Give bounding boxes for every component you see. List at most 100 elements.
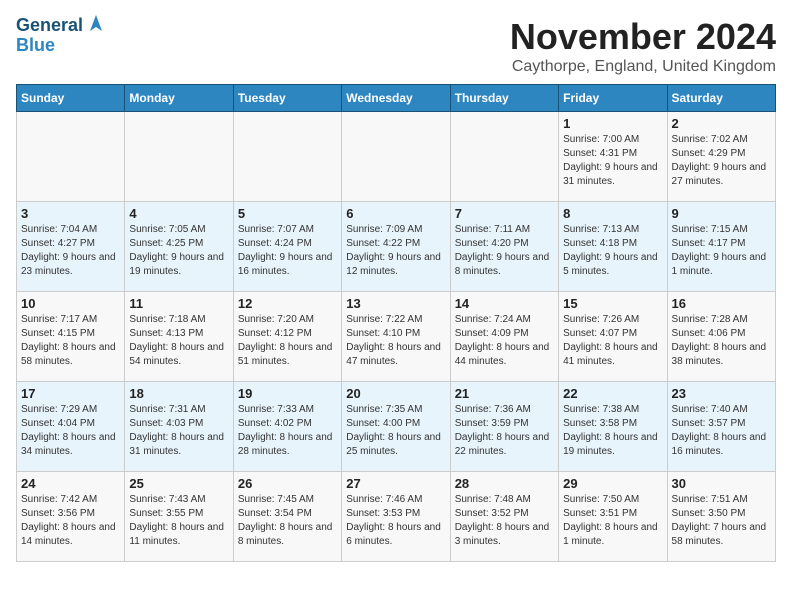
calendar-week-1: 1Sunrise: 7:00 AM Sunset: 4:31 PM Daylig… <box>17 112 776 202</box>
day-info: Sunrise: 7:50 AM Sunset: 3:51 PM Dayligh… <box>563 493 662 549</box>
calendar-week-2: 3 Sunrise: 7:04 AM Sunset: 4:27 PM Daylig… <box>17 202 776 292</box>
day-info: Sunrise: 7:51 AM Sunset: 3:50 PM Dayligh… <box>672 493 771 549</box>
logo-text: General <box>16 16 83 36</box>
day-number: 11 <box>129 296 228 311</box>
logo: General Blue <box>16 16 107 56</box>
calendar-cell <box>17 112 125 202</box>
calendar-cell: 25 Sunrise: 7:43 AM Sunset: 3:55 PM Dayli… <box>125 472 233 562</box>
calendar-cell <box>233 112 341 202</box>
calendar-week-5: 24 Sunrise: 7:42 AM Sunset: 3:56 PM Dayli… <box>17 472 776 562</box>
day-info: Sunrise: 7:00 AM Sunset: 4:31 PM Dayligh… <box>563 133 662 189</box>
calendar-cell: 5 Sunrise: 7:07 AM Sunset: 4:24 PM Daylig… <box>233 202 341 292</box>
calendar-cell: 24 Sunrise: 7:42 AM Sunset: 3:56 PM Dayli… <box>17 472 125 562</box>
day-number: 6 <box>346 206 445 221</box>
day-number: 7 <box>455 206 554 221</box>
day-number: 12 <box>238 296 337 311</box>
weekday-header-sunday: Sunday <box>17 85 125 112</box>
day-info: Sunrise: 7:43 AM Sunset: 3:55 PM Dayligh… <box>129 493 228 549</box>
title-section: November 2024 Caythorpe, England, United… <box>510 16 776 76</box>
calendar-week-3: 10 Sunrise: 7:17 AM Sunset: 4:15 PM Dayli… <box>17 292 776 382</box>
calendar-cell: 15 Sunrise: 7:26 AM Sunset: 4:07 PM Dayli… <box>559 292 667 382</box>
day-number: 30 <box>672 476 771 491</box>
weekday-header-monday: Monday <box>125 85 233 112</box>
calendar-body: 1Sunrise: 7:00 AM Sunset: 4:31 PM Daylig… <box>17 112 776 562</box>
calendar-cell: 3 Sunrise: 7:04 AM Sunset: 4:27 PM Daylig… <box>17 202 125 292</box>
calendar-cell: 7 Sunrise: 7:11 AM Sunset: 4:20 PM Daylig… <box>450 202 558 292</box>
day-number: 15 <box>563 296 662 311</box>
page-header: General Blue November 2024 Caythorpe, En… <box>16 16 776 76</box>
calendar-cell: 27Sunrise: 7:46 AM Sunset: 3:53 PM Dayli… <box>342 472 450 562</box>
day-info: Sunrise: 7:40 AM Sunset: 3:57 PM Dayligh… <box>672 403 771 459</box>
day-info: Sunrise: 7:42 AM Sunset: 3:56 PM Dayligh… <box>21 493 120 549</box>
day-number: 24 <box>21 476 120 491</box>
day-info: Sunrise: 7:11 AM Sunset: 4:20 PM Dayligh… <box>455 223 554 279</box>
location: Caythorpe, England, United Kingdom <box>510 58 776 76</box>
day-number: 17 <box>21 386 120 401</box>
calendar-cell: 30 Sunrise: 7:51 AM Sunset: 3:50 PM Dayli… <box>667 472 775 562</box>
calendar-cell <box>125 112 233 202</box>
day-info: Sunrise: 7:29 AM Sunset: 4:04 PM Dayligh… <box>21 403 120 459</box>
day-info: Sunrise: 7:36 AM Sunset: 3:59 PM Dayligh… <box>455 403 554 459</box>
day-info: Sunrise: 7:07 AM Sunset: 4:24 PM Dayligh… <box>238 223 337 279</box>
weekday-header-tuesday: Tuesday <box>233 85 341 112</box>
calendar-cell: 13 Sunrise: 7:22 AM Sunset: 4:10 PM Dayli… <box>342 292 450 382</box>
day-info: Sunrise: 7:09 AM Sunset: 4:22 PM Dayligh… <box>346 223 445 279</box>
calendar-cell: 2 Sunrise: 7:02 AM Sunset: 4:29 PM Daylig… <box>667 112 775 202</box>
calendar-cell: 17 Sunrise: 7:29 AM Sunset: 4:04 PM Dayli… <box>17 382 125 472</box>
day-number: 29 <box>563 476 662 491</box>
day-number: 13 <box>346 296 445 311</box>
calendar-cell <box>450 112 558 202</box>
day-number: 16 <box>672 296 771 311</box>
day-number: 4 <box>129 206 228 221</box>
logo-blue-text: Blue <box>16 36 55 56</box>
day-number: 2 <box>672 116 771 131</box>
day-number: 26 <box>238 476 337 491</box>
calendar-cell <box>342 112 450 202</box>
day-info: Sunrise: 7:15 AM Sunset: 4:17 PM Dayligh… <box>672 223 771 279</box>
day-info: Sunrise: 7:04 AM Sunset: 4:27 PM Dayligh… <box>21 223 120 279</box>
day-number: 28 <box>455 476 554 491</box>
day-info: Sunrise: 7:18 AM Sunset: 4:13 PM Dayligh… <box>129 313 228 369</box>
calendar-cell: 19Sunrise: 7:33 AM Sunset: 4:02 PM Dayli… <box>233 382 341 472</box>
calendar-cell: 9 Sunrise: 7:15 AM Sunset: 4:17 PM Daylig… <box>667 202 775 292</box>
day-info: Sunrise: 7:17 AM Sunset: 4:15 PM Dayligh… <box>21 313 120 369</box>
day-number: 10 <box>21 296 120 311</box>
day-number: 22 <box>563 386 662 401</box>
day-number: 20 <box>346 386 445 401</box>
calendar-cell: 26Sunrise: 7:45 AM Sunset: 3:54 PM Dayli… <box>233 472 341 562</box>
day-info: Sunrise: 7:38 AM Sunset: 3:58 PM Dayligh… <box>563 403 662 459</box>
day-number: 8 <box>563 206 662 221</box>
logo-arrow-icon <box>85 13 107 35</box>
day-number: 25 <box>129 476 228 491</box>
day-number: 19 <box>238 386 337 401</box>
day-info: Sunrise: 7:13 AM Sunset: 4:18 PM Dayligh… <box>563 223 662 279</box>
day-number: 3 <box>21 206 120 221</box>
day-info: Sunrise: 7:05 AM Sunset: 4:25 PM Dayligh… <box>129 223 228 279</box>
day-number: 5 <box>238 206 337 221</box>
calendar-cell: 8 Sunrise: 7:13 AM Sunset: 4:18 PM Daylig… <box>559 202 667 292</box>
calendar-week-4: 17 Sunrise: 7:29 AM Sunset: 4:04 PM Dayli… <box>17 382 776 472</box>
day-info: Sunrise: 7:26 AM Sunset: 4:07 PM Dayligh… <box>563 313 662 369</box>
calendar-cell: 29 Sunrise: 7:50 AM Sunset: 3:51 PM Dayli… <box>559 472 667 562</box>
calendar-cell: 22 Sunrise: 7:38 AM Sunset: 3:58 PM Dayli… <box>559 382 667 472</box>
day-info: Sunrise: 7:48 AM Sunset: 3:52 PM Dayligh… <box>455 493 554 549</box>
calendar-cell: 4 Sunrise: 7:05 AM Sunset: 4:25 PM Daylig… <box>125 202 233 292</box>
calendar-cell: 21 Sunrise: 7:36 AM Sunset: 3:59 PM Dayli… <box>450 382 558 472</box>
calendar-cell: 20Sunrise: 7:35 AM Sunset: 4:00 PM Dayli… <box>342 382 450 472</box>
day-number: 9 <box>672 206 771 221</box>
calendar-cell: 1Sunrise: 7:00 AM Sunset: 4:31 PM Daylig… <box>559 112 667 202</box>
day-info: Sunrise: 7:02 AM Sunset: 4:29 PM Dayligh… <box>672 133 771 189</box>
calendar-cell: 12Sunrise: 7:20 AM Sunset: 4:12 PM Dayli… <box>233 292 341 382</box>
calendar-cell: 10 Sunrise: 7:17 AM Sunset: 4:15 PM Dayli… <box>17 292 125 382</box>
weekday-header-thursday: Thursday <box>450 85 558 112</box>
day-number: 21 <box>455 386 554 401</box>
calendar-cell: 11 Sunrise: 7:18 AM Sunset: 4:13 PM Dayli… <box>125 292 233 382</box>
day-info: Sunrise: 7:22 AM Sunset: 4:10 PM Dayligh… <box>346 313 445 369</box>
calendar-cell: 23 Sunrise: 7:40 AM Sunset: 3:57 PM Dayli… <box>667 382 775 472</box>
calendar-cell: 6 Sunrise: 7:09 AM Sunset: 4:22 PM Daylig… <box>342 202 450 292</box>
calendar-cell: 16 Sunrise: 7:28 AM Sunset: 4:06 PM Dayli… <box>667 292 775 382</box>
day-info: Sunrise: 7:28 AM Sunset: 4:06 PM Dayligh… <box>672 313 771 369</box>
day-number: 23 <box>672 386 771 401</box>
calendar-cell: 18Sunrise: 7:31 AM Sunset: 4:03 PM Dayli… <box>125 382 233 472</box>
calendar-header: SundayMondayTuesdayWednesdayThursdayFrid… <box>17 85 776 112</box>
